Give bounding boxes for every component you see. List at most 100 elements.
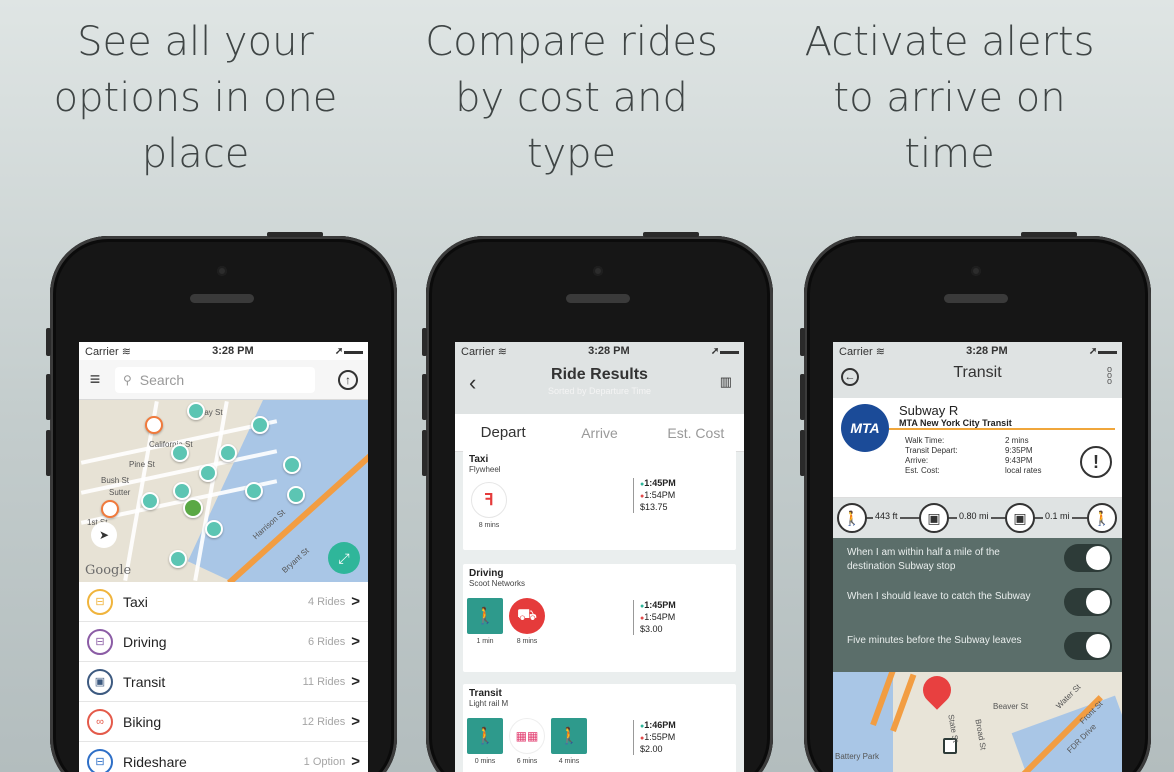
volume-down-button	[800, 430, 805, 476]
step-distance: 0.80 mi	[957, 511, 991, 521]
arrive-time: 1:54PM	[644, 612, 676, 622]
battery-icon: ➚ ▬▬	[334, 345, 363, 357]
map-pin[interactable]	[171, 444, 189, 462]
result-card-taxi[interactable]: Taxi Flywheel ꟻ 8 mins ●1:45PM ●1:54PM $…	[463, 450, 736, 550]
alert-toggle[interactable]	[1064, 588, 1112, 616]
power-button	[1021, 232, 1077, 237]
menu-icon[interactable]: ≡	[85, 369, 105, 390]
chevron-right-icon: >	[351, 753, 360, 770]
taxi-icon: ⊟	[87, 588, 113, 615]
trip-steps: 🚶 443 ft ▣ 0.80 mi ▣ 0.1 mi 🚶	[833, 498, 1122, 538]
status-bar: Carrier ≋ 3:28 PM ➚ ▬▬	[455, 342, 744, 360]
mode-row-transit[interactable]: ▣ Transit 11 Rides >	[79, 662, 368, 702]
car-icon: ⊟	[87, 628, 113, 655]
walk-icon: 🚶	[1087, 503, 1117, 533]
alert-icon[interactable]: !	[1080, 446, 1112, 478]
mode-row-rideshare[interactable]: ⊟ Rideshare 1 Option >	[79, 742, 368, 772]
alert-settings: When I am within half a mile of the dest…	[833, 538, 1122, 672]
map-view[interactable]: Bay St California St Pine St Bush St Sut…	[79, 400, 368, 582]
mta-logo-icon: MTA	[841, 404, 889, 452]
front-camera	[971, 266, 981, 276]
alert-toggle[interactable]	[1064, 632, 1112, 660]
volume-up-button	[422, 374, 427, 420]
result-card-transit[interactable]: Transit Light rail M 🚶 ▦▦ 🚶 0 mins 6 min…	[463, 684, 736, 772]
arrive-time: 1:55PM	[644, 732, 676, 742]
ride-provider: Light rail M	[469, 699, 509, 708]
map-pin[interactable]	[205, 520, 223, 538]
result-card-driving[interactable]: Driving Scoot Networks 🚶 ⛟ 1 min 8 mins …	[463, 564, 736, 672]
ride-type: Transit	[469, 688, 502, 699]
ride-time: 6 mins	[516, 758, 538, 765]
sort-tabs: Depart Arrive Est. Cost	[455, 414, 744, 452]
map-pin[interactable]	[245, 482, 263, 500]
mode-row-driving[interactable]: ⊟ Driving 6 Rides >	[79, 622, 368, 662]
page-title: Transit	[953, 364, 1002, 381]
mute-switch	[422, 328, 427, 356]
ride-type: Taxi	[469, 454, 489, 465]
map-pin[interactable]	[145, 416, 163, 434]
navigate-icon[interactable]: ➤	[91, 522, 117, 548]
front-camera	[593, 266, 603, 276]
alert-row: When I should leave to catch the Subway	[833, 582, 1122, 626]
more-icon[interactable]: ooo	[1107, 365, 1112, 386]
map-icon[interactable]: ▥	[720, 374, 732, 390]
walk-icon: 🚶	[551, 718, 587, 754]
chevron-right-icon: >	[351, 593, 360, 610]
ride-type: Driving	[469, 568, 504, 579]
mode-row-taxi[interactable]: ⊟ Taxi 4 Rides >	[79, 582, 368, 622]
map-pin[interactable]	[251, 416, 269, 434]
depart-time: 1:45PM	[644, 478, 676, 488]
tram-icon: ▦▦	[509, 718, 545, 754]
step-distance: 0.1 mi	[1043, 511, 1072, 521]
alert-row: Five minutes before the Subway leaves	[833, 626, 1122, 670]
mode-name: Transit	[123, 673, 166, 690]
mode-count: 4 Rides	[307, 595, 346, 608]
mode-name: Rideshare	[123, 753, 187, 770]
alert-toggle[interactable]	[1064, 544, 1112, 572]
mode-row-biking[interactable]: ∞ Biking 12 Rides >	[79, 702, 368, 742]
mode-count: 11 Rides	[302, 675, 346, 688]
wait-time: 8 mins	[478, 522, 500, 529]
bus-icon: ▣	[1005, 503, 1035, 533]
status-time: 3:28 PM	[966, 345, 1008, 357]
search-placeholder: Search	[139, 371, 185, 388]
expand-map-icon[interactable]: ⤢	[328, 542, 360, 574]
map-pin[interactable]	[287, 486, 305, 504]
map-pin[interactable]	[101, 500, 119, 518]
search-bar: ≡ ⚲ Search ↑	[79, 360, 368, 400]
map-view[interactable]: Beaver St Water St Front St FDR Drive St…	[833, 672, 1122, 772]
caption-1: See all your options in one place	[53, 19, 338, 177]
map-pin[interactable]	[283, 456, 301, 474]
walk-icon: 🚶	[837, 503, 867, 533]
destination-pin-icon[interactable]	[917, 672, 957, 710]
mode-count: 12 Rides	[301, 715, 346, 728]
alert-text: When I should leave to catch the Subway	[847, 591, 1031, 602]
map-pin[interactable]	[173, 482, 191, 500]
bus-icon: ▣	[919, 503, 949, 533]
tab-arrive[interactable]: Arrive	[551, 425, 647, 441]
map-pin[interactable]	[169, 550, 187, 568]
step-distance: 443 ft	[873, 511, 900, 521]
ride-times: ●1:45PM ●1:54PM $13.75	[633, 478, 676, 513]
tab-depart[interactable]: Depart	[455, 424, 551, 441]
screen-transit: Carrier ≋ 3:28 PM ➚ ▬▬ ← Transit ooo MTA…	[833, 342, 1122, 772]
wifi-icon: ≋	[497, 345, 507, 358]
locate-icon[interactable]: ↑	[338, 370, 358, 390]
rideshare-icon: ⊟	[87, 748, 113, 772]
alert-text: Five minutes before the Subway leaves	[847, 635, 1022, 646]
route-line	[883, 428, 1115, 430]
map-pin[interactable]	[219, 444, 237, 462]
depart-time: 1:45PM	[644, 600, 676, 610]
ride-cost: $13.75	[640, 502, 668, 512]
tab-est-cost[interactable]: Est. Cost	[648, 425, 744, 441]
transit-summary: MTA Subway R MTA New York City Transit W…	[833, 398, 1122, 498]
mode-list: ⊟ Taxi 4 Rides > ⊟ Driving 6 Rides > ▣ T…	[79, 582, 368, 772]
page-subtitle: Sorted by Departure Time	[547, 386, 652, 396]
map-pin[interactable]	[187, 402, 205, 420]
nav-header: Carrier ≋ 3:28 PM ➚ ▬▬ ‹ Ride Results So…	[455, 342, 744, 414]
map-pin[interactable]	[199, 464, 217, 482]
arrive-time: 1:54PM	[644, 490, 676, 500]
map-pin[interactable]	[141, 492, 159, 510]
search-input[interactable]: ⚲ Search	[115, 366, 315, 393]
map-pin-selected[interactable]	[183, 498, 203, 518]
